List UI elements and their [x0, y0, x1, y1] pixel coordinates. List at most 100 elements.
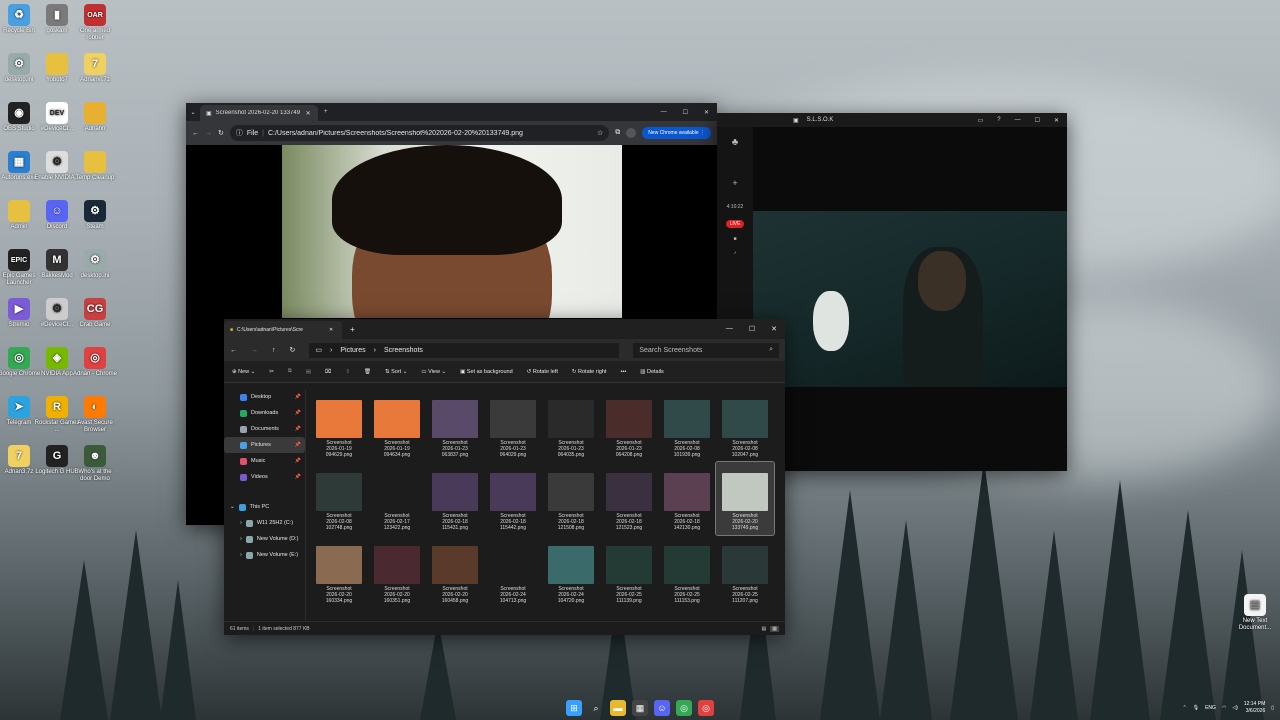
discord-icon[interactable]: ☺: [654, 700, 670, 716]
drive-item[interactable]: › New Volume (D:): [224, 531, 305, 547]
file-item[interactable]: Screenshot 2026-02-17 123422.png: [368, 462, 426, 535]
file-item[interactable]: Screenshot 2026-02-08 102748.png: [310, 462, 368, 535]
nav-item-videos[interactable]: Videos 📌: [224, 469, 305, 485]
add-icon[interactable]: +: [717, 178, 753, 188]
back-icon[interactable]: ←: [230, 347, 237, 354]
file-item[interactable]: Screenshot 2026-02-25 111153.png: [658, 535, 716, 608]
extensions-icon[interactable]: ⧉: [615, 129, 620, 137]
file-item[interactable]: Screenshot 2026-02-18 121508.png: [542, 462, 600, 535]
add-user-icon[interactable]: ♣: [717, 137, 753, 148]
calendar-icon[interactable]: ▦: [632, 700, 648, 716]
bookmark-star-icon[interactable]: ☆: [597, 129, 603, 137]
nav-item-downloads[interactable]: Downloads 📌: [224, 405, 305, 421]
file-item[interactable]: Screenshot 2026-02-18 142130.png: [658, 462, 716, 535]
more-options-icon[interactable]: •••: [620, 369, 626, 375]
refresh-icon[interactable]: ↻: [290, 346, 296, 354]
file-item[interactable]: Screenshot 2026-02-25 111139.png: [600, 535, 658, 608]
breadcrumb-pictures[interactable]: Pictures: [340, 347, 365, 354]
nav-item-music[interactable]: Music 📌: [224, 453, 305, 469]
wifi-icon[interactable]: ◠: [1222, 705, 1226, 711]
file-item[interactable]: Screenshot 2026-02-20 133749.png: [715, 461, 775, 536]
large-icons-view-icon[interactable]: ▦: [770, 625, 779, 632]
file-item[interactable]: Screenshot 2026-01-19 094634.png: [368, 389, 426, 462]
this-pc-item[interactable]: ⌄ This PC: [224, 499, 305, 515]
desktop-icon[interactable]: Temp Cleanup: [72, 151, 118, 182]
delete-icon[interactable]: 🗑: [364, 369, 371, 375]
new-button[interactable]: ⊕ New ⌄: [232, 369, 255, 375]
new-tab-button[interactable]: +: [324, 109, 328, 115]
drive-item[interactable]: › W11 25H2 (C:): [224, 515, 305, 531]
chrome-tab[interactable]: ▣ Screenshot 2026-02-20 133749 ✕: [200, 105, 318, 121]
forward-icon[interactable]: →: [251, 347, 258, 354]
file-item[interactable]: Screenshot 2026-02-24 104713.png: [484, 535, 542, 608]
desktop-icon[interactable]: Adnann: [72, 102, 118, 133]
close-tab-icon[interactable]: ✕: [306, 110, 311, 117]
file-item[interactable]: Screenshot 2026-02-18 115431.png: [426, 462, 484, 535]
sort-button[interactable]: ⇅ Sort ⌄: [385, 369, 407, 375]
copy-icon[interactable]: ⧉: [288, 368, 292, 375]
file-item[interactable]: Screenshot 2026-02-24 104720.png: [542, 535, 600, 608]
set-background-button[interactable]: ▣ Set as background: [460, 369, 513, 375]
minimize-button[interactable]: —: [661, 109, 667, 116]
view-button[interactable]: ▭ View ⌄: [421, 369, 446, 375]
back-icon[interactable]: ←: [192, 130, 199, 137]
language-indicator[interactable]: ENG: [1205, 705, 1216, 711]
desktop-icon[interactable]: ◐ Avast Secure Browser: [72, 396, 118, 434]
minimize-button[interactable]: —: [1015, 117, 1021, 124]
desktop-icon[interactable]: ◎ Adnan - Chrome: [72, 347, 118, 378]
rotate-left-button[interactable]: ↺ Rotate left: [527, 369, 558, 375]
file-item[interactable]: Screenshot 2026-02-18 115442.png: [484, 462, 542, 535]
file-item[interactable]: Screenshot 2026-02-20 160458.png: [426, 535, 484, 608]
desktop-icon[interactable]: CG Crab Game: [72, 298, 118, 329]
profile-avatar[interactable]: [626, 128, 637, 138]
new-text-document-icon[interactable]: ▤ New Text Document...: [1232, 594, 1278, 632]
desktop-icon[interactable]: ⚙ desktop.ini: [72, 249, 118, 280]
file-item[interactable]: Screenshot 2026-02-08 101939.png: [658, 389, 716, 462]
paste-icon[interactable]: ▤: [306, 369, 311, 375]
desktop-icon[interactable]: ⚙ Steam: [72, 200, 118, 231]
nav-item-pictures[interactable]: Pictures 📌: [224, 437, 305, 453]
drive-item[interactable]: › New Volume (E:): [224, 547, 305, 563]
file-item[interactable]: Screenshot 2026-01-23 064035.png: [542, 389, 600, 462]
start-button[interactable]: ⊞: [566, 700, 582, 716]
file-explorer-window[interactable]: ■ C:\Users\adnan\Pictures\Scre ✕ + — ☐ ✕…: [224, 319, 785, 635]
reload-icon[interactable]: ↻: [218, 129, 224, 137]
file-item[interactable]: Screenshot 2026-01-23 063837.png: [426, 389, 484, 462]
new-chrome-available-button[interactable]: New Chrome available ⋮: [642, 127, 711, 139]
close-button[interactable]: ✕: [1054, 117, 1059, 124]
file-explorer-icon[interactable]: ▬: [610, 700, 626, 716]
file-item[interactable]: Screenshot 2026-01-23 064029.png: [484, 389, 542, 462]
nav-item-documents[interactable]: Documents 📌: [224, 421, 305, 437]
desktop-icon[interactable]: OAR One armed robber: [72, 4, 118, 42]
tray-overflow-icon[interactable]: ⌃: [1183, 705, 1187, 711]
cut-icon[interactable]: ✂: [269, 369, 274, 375]
pip-icon[interactable]: ▭: [978, 117, 984, 124]
close-button[interactable]: ✕: [771, 325, 777, 333]
file-item[interactable]: Screenshot 2026-02-25 111207.png: [716, 535, 774, 608]
explorer-tab[interactable]: ■ C:\Users\adnan\Pictures\Scre ✕: [224, 321, 342, 339]
search-icon[interactable]: ⌕: [588, 700, 604, 716]
help-icon[interactable]: ?: [997, 117, 1000, 124]
mic-muted-icon[interactable]: ♪: [717, 250, 753, 256]
maximize-button[interactable]: ☐: [749, 325, 755, 333]
file-item[interactable]: Screenshot 2026-02-18 121523.png: [600, 462, 658, 535]
maximize-button[interactable]: ☐: [683, 109, 688, 116]
desktop-icon[interactable]: ☻ Who's at the door Demo: [72, 445, 118, 483]
breadcrumb-screenshots[interactable]: Screenshots: [384, 347, 423, 354]
notification-icon[interactable]: ▯: [1271, 705, 1274, 711]
rotate-right-button[interactable]: ↻ Rotate right: [572, 369, 607, 375]
expand-chevron-icon[interactable]: ⌄: [230, 504, 235, 510]
file-item[interactable]: Screenshot 2026-02-20 160334.png: [310, 535, 368, 608]
close-tab-icon[interactable]: ✕: [329, 327, 333, 333]
chrome-profile-icon[interactable]: ◎: [698, 700, 714, 716]
expand-chevron-icon[interactable]: ›: [240, 536, 242, 542]
file-item[interactable]: Screenshot 2026-01-23 064208.png: [600, 389, 658, 462]
breadcrumb[interactable]: ▭ › Pictures › Screenshots: [309, 342, 620, 358]
details-button[interactable]: ▥ Details: [640, 369, 664, 375]
expand-chevron-icon[interactable]: ›: [240, 552, 242, 558]
forward-icon[interactable]: →: [205, 130, 212, 137]
maximize-button[interactable]: ☐: [1035, 117, 1040, 124]
close-button[interactable]: ✕: [704, 109, 709, 116]
details-view-icon[interactable]: ▤: [762, 626, 767, 632]
expand-chevron-icon[interactable]: ›: [240, 520, 242, 526]
